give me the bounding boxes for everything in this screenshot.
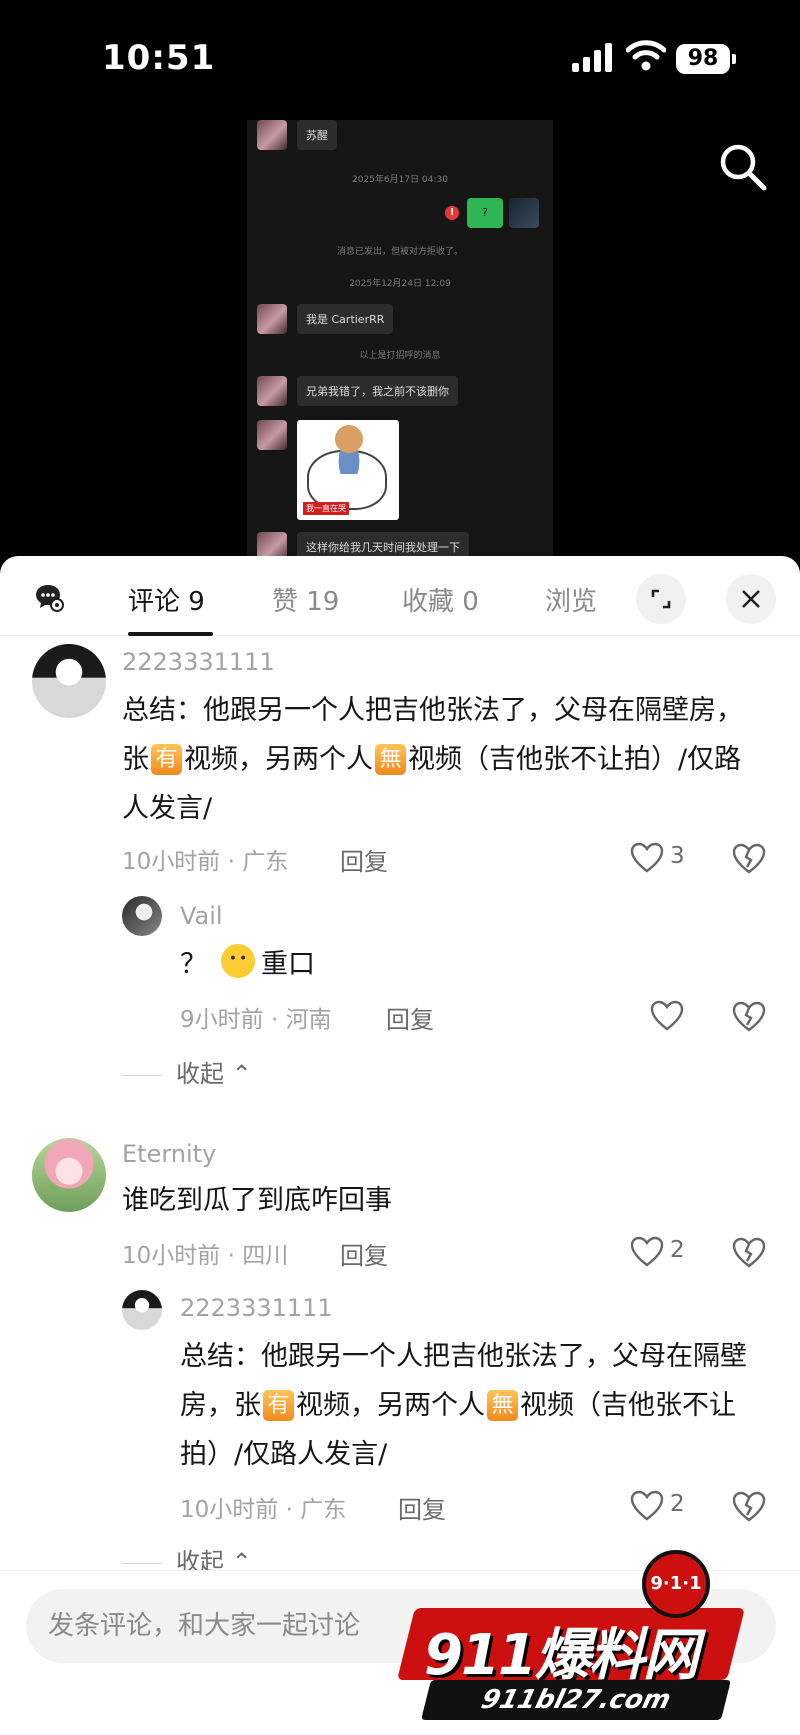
post-image-chat-screenshot[interactable]: 苏醒 2025年6月17日 04:30 ! ? 消息已发出，但被对方拒收了。 2… xyxy=(247,120,553,560)
like-count: 2 xyxy=(670,1237,685,1263)
heart-icon xyxy=(630,842,664,873)
close-button[interactable] xyxy=(726,574,776,624)
broken-heart-icon[interactable] xyxy=(732,1000,766,1034)
chat-bubble: 苏醒 xyxy=(297,120,337,150)
like-button[interactable]: 2 xyxy=(630,1490,700,1524)
crying-emoji-icon xyxy=(221,944,255,978)
watermark-badge: 9·1·1 xyxy=(642,1550,710,1618)
sticker-caption: 我一直在哭 xyxy=(303,502,349,515)
reply-text-part: 视频，另两个人 xyxy=(296,1390,485,1421)
reply-username[interactable]: Vail xyxy=(180,902,223,930)
reply-username[interactable]: 2223331111 xyxy=(180,1294,333,1322)
like-count: 3 xyxy=(670,843,685,869)
broken-heart-icon[interactable] xyxy=(732,842,766,876)
tab-favorites[interactable]: 收藏 0 xyxy=(402,581,479,618)
close-icon xyxy=(742,590,760,608)
chat-avatar xyxy=(257,120,287,150)
panel-tabs: 评论 9 赞 19 收藏 0 浏览 xyxy=(0,556,800,636)
chat-system-note: 以上是打招呼的消息 xyxy=(359,351,441,361)
broken-heart-icon[interactable] xyxy=(732,1490,766,1524)
chat-bubble-self: ? xyxy=(467,198,503,228)
chat-avatar xyxy=(257,304,287,334)
reply-text-part: ？ xyxy=(180,949,207,980)
like-button[interactable] xyxy=(650,1000,720,1034)
badge-you-icon: 有 xyxy=(263,1390,294,1421)
cellular-signal-icon xyxy=(572,42,614,72)
dog-sticker-icon xyxy=(331,424,367,474)
expand-icon xyxy=(651,589,671,609)
avatar[interactable] xyxy=(122,1290,162,1330)
broken-heart-icon[interactable] xyxy=(732,1236,766,1270)
reply-meta: 10小时前 · 广东 xyxy=(180,1497,347,1523)
heart-icon xyxy=(650,1000,684,1031)
avatar[interactable] xyxy=(32,644,106,718)
chevron-up-icon: ⌃ xyxy=(231,1060,252,1088)
collapse-replies-button[interactable]: 收起 ⌃ xyxy=(122,1054,252,1089)
chat-bubble: 我是 CartierRR xyxy=(297,304,394,334)
reply-text-part: 重口 xyxy=(261,949,315,980)
like-button[interactable]: 3 xyxy=(630,842,700,876)
status-bar: 10:51 98 xyxy=(0,0,800,110)
avatar[interactable] xyxy=(122,896,162,936)
reply-text: ？ 重口 xyxy=(180,940,740,989)
heart-icon xyxy=(630,1236,664,1267)
expand-button[interactable] xyxy=(636,574,686,624)
avatar[interactable] xyxy=(32,1138,106,1212)
reply-button[interactable]: 回复 xyxy=(398,1490,446,1525)
comment-text: 谁吃到瓜了到底咋回事 xyxy=(122,1185,392,1216)
chat-bubble: 兄弟我错了，我之前不该删你 xyxy=(297,376,458,406)
badge-you-icon: 有 xyxy=(151,744,182,775)
comment-meta: 10小时前 · 四川 xyxy=(122,1243,289,1269)
wifi-icon xyxy=(626,40,666,71)
tab-views[interactable]: 浏览 xyxy=(545,581,597,618)
comment-text-part: 视频，另两个人 xyxy=(184,744,373,775)
watermark-url: 911bl27.com xyxy=(421,1680,731,1720)
like-count: 2 xyxy=(670,1491,685,1517)
battery-indicator: 98 xyxy=(676,44,736,74)
active-tab-indicator xyxy=(128,632,213,636)
badge-wu-icon: 無 xyxy=(487,1390,518,1421)
status-time: 10:51 xyxy=(102,38,216,78)
reply-meta: 9小时前 · 河南 xyxy=(180,1007,332,1033)
tab-comments[interactable]: 评论 9 xyxy=(128,581,205,618)
comment-username[interactable]: Eternity xyxy=(122,1140,216,1168)
chat-sticker: 我一直在哭 xyxy=(297,420,399,520)
search-icon[interactable] xyxy=(716,140,770,194)
tab-likes[interactable]: 赞 19 xyxy=(272,581,339,618)
chat-avatar xyxy=(257,376,287,406)
reply-button[interactable]: 回复 xyxy=(340,1236,388,1271)
reply-text: 总结：他跟另一个人把吉他张法了，父母在隔壁房，张有视频，另两个人無视频（吉他张不… xyxy=(180,1332,760,1479)
chat-timestamp: 2025年12月24日 12:09 xyxy=(349,279,451,289)
failed-send-icon: ! xyxy=(445,206,459,220)
chat-timestamp: 2025年6月17日 04:30 xyxy=(352,175,448,185)
chat-avatar-self xyxy=(509,198,539,228)
reply-button[interactable]: 回复 xyxy=(386,1000,434,1035)
heart-icon xyxy=(630,1490,664,1521)
chat-avatar xyxy=(257,420,287,450)
site-watermark: 911爆料网 911bl27.com 9·1·1 xyxy=(396,1550,746,1730)
collapse-label: 收起 xyxy=(176,1060,224,1088)
comment-text: 总结：他跟另一个人把吉他张法了，父母在隔壁房，张有视频，另两个人無视频（吉他张不… xyxy=(122,686,762,833)
chat-system-note: 消息已发出，但被对方拒收了。 xyxy=(336,247,463,257)
comment-username[interactable]: 2223331111 xyxy=(122,648,275,676)
comment-meta: 10小时前 · 广东 xyxy=(122,849,289,875)
reply-button[interactable]: 回复 xyxy=(340,842,388,877)
watermark-title: 911爆料网 xyxy=(424,1623,699,1688)
chat-settings-icon[interactable] xyxy=(34,582,64,612)
badge-wu-icon: 無 xyxy=(375,744,406,775)
like-button[interactable]: 2 xyxy=(630,1236,700,1270)
